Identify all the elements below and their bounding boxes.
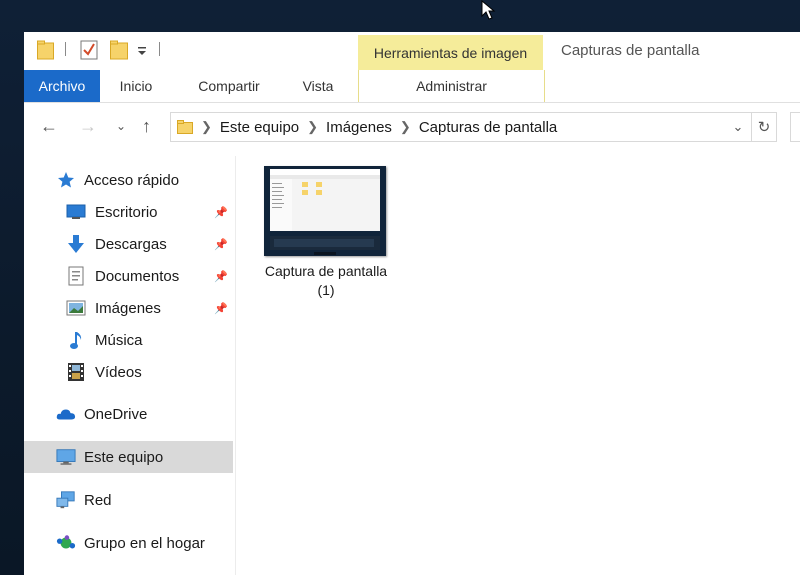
- breadcrumb-pictures[interactable]: Imágenes: [326, 119, 392, 136]
- navigation-pane: Acceso rápido Escritorio 📌 Descargas 📌 D…: [24, 156, 236, 575]
- sidebar-item-label: Red: [84, 491, 112, 509]
- pictures-icon: [66, 298, 86, 318]
- breadcrumb-chevron-icon[interactable]: ❯: [201, 119, 212, 135]
- sidebar-item-label: Grupo en el hogar: [84, 534, 205, 552]
- recent-locations-chevron-icon[interactable]: ⌄: [116, 119, 126, 133]
- sidebar-item-label: Vídeos: [95, 363, 142, 381]
- pin-icon[interactable]: 📌: [214, 206, 228, 219]
- sidebar-item-label: Imágenes: [95, 299, 161, 317]
- file-name: Captura de pantalla (1): [264, 263, 388, 298]
- picture-tools-context-tab: Herramientas de imagen: [358, 35, 543, 71]
- new-folder-icon[interactable]: [110, 40, 128, 60]
- sidebar-item-network[interactable]: Red: [24, 484, 235, 516]
- breadcrumb-chevron-icon[interactable]: ❯: [400, 119, 411, 135]
- ribbon-tabs: Archivo Inicio Compartir Vista Administr…: [24, 70, 800, 103]
- onedrive-icon: [56, 404, 76, 424]
- checklist-icon[interactable]: [80, 40, 98, 60]
- address-bar[interactable]: ❯ Este equipo ❯ Imágenes ❯ Capturas de p…: [170, 112, 752, 142]
- sidebar-item-onedrive[interactable]: OneDrive: [24, 398, 235, 430]
- breadcrumb-this-pc[interactable]: Este equipo: [220, 119, 299, 136]
- pin-icon[interactable]: 📌: [214, 302, 228, 315]
- tab-manage[interactable]: Administrar: [358, 70, 545, 102]
- network-icon: [56, 490, 76, 510]
- sidebar-item-desktop[interactable]: Escritorio 📌: [24, 196, 235, 228]
- sidebar-item-quick-access[interactable]: Acceso rápido: [24, 164, 235, 196]
- up-arrow-icon[interactable]: ↑: [142, 116, 151, 137]
- breadcrumb-screenshots[interactable]: Capturas de pantalla: [419, 119, 557, 136]
- music-icon: [66, 330, 86, 350]
- file-explorer-window: Herramientas de imagen Capturas de panta…: [24, 32, 800, 575]
- breadcrumb-chevron-icon[interactable]: ❯: [307, 119, 318, 135]
- window-title: Capturas de pantalla: [561, 42, 700, 59]
- back-arrow-icon[interactable]: ←: [40, 116, 58, 137]
- sidebar-item-label: Este equipo: [84, 448, 164, 466]
- sidebar-item-this-pc[interactable]: Este equipo: [24, 441, 233, 473]
- sidebar-item-label: Música: [95, 331, 143, 349]
- star-icon: [56, 170, 76, 190]
- customize-toolbar-icon[interactable]: [137, 46, 147, 56]
- sidebar-item-label: Documentos: [95, 267, 180, 285]
- sidebar-item-downloads[interactable]: Descargas 📌: [24, 228, 235, 260]
- file-list: Captura de pantalla (1): [236, 156, 800, 575]
- download-icon: [66, 234, 86, 254]
- sidebar-item-music[interactable]: Música: [24, 324, 235, 356]
- tab-home[interactable]: Inicio: [108, 70, 164, 102]
- sidebar-item-label: Descargas: [95, 235, 167, 253]
- navigation-bar: ← → ⌄ ↑ ❯ Este equipo ❯ Imágenes ❯ Captu…: [24, 110, 800, 144]
- sidebar-item-label: Escritorio: [95, 203, 158, 221]
- sidebar-item-documents[interactable]: Documentos 📌: [24, 260, 235, 292]
- title-bar: Herramientas de imagen Capturas de panta…: [24, 32, 800, 71]
- sidebar-item-label: OneDrive: [84, 405, 148, 423]
- sidebar-item-label: Acceso rápido: [84, 171, 180, 189]
- address-dropdown-chevron-icon[interactable]: ⌄: [725, 113, 751, 141]
- refresh-icon[interactable]: ↻: [752, 112, 777, 142]
- properties-icon[interactable]: [37, 40, 54, 60]
- desktop-icon: [66, 202, 86, 222]
- sidebar-item-homegroup[interactable]: Grupo en el hogar: [24, 527, 235, 559]
- pin-icon[interactable]: 📌: [214, 270, 228, 283]
- sidebar-item-pictures[interactable]: Imágenes 📌: [24, 292, 235, 324]
- computer-icon: [56, 447, 76, 467]
- video-icon: [66, 362, 86, 382]
- tab-file[interactable]: Archivo: [24, 70, 100, 102]
- quick-access-separator: [65, 42, 66, 56]
- search-box[interactable]: [790, 112, 800, 142]
- mouse-cursor-icon: [481, 0, 496, 20]
- folder-icon: [177, 120, 193, 134]
- homegroup-icon: [56, 533, 76, 553]
- forward-arrow-icon[interactable]: →: [79, 116, 97, 137]
- pin-icon[interactable]: 📌: [214, 238, 228, 251]
- quick-access-separator: [159, 42, 160, 56]
- document-icon: [66, 266, 86, 286]
- tab-share[interactable]: Compartir: [184, 70, 274, 102]
- tab-view[interactable]: Vista: [290, 70, 346, 102]
- image-thumbnail: [264, 166, 386, 256]
- sidebar-item-videos[interactable]: Vídeos: [24, 356, 235, 388]
